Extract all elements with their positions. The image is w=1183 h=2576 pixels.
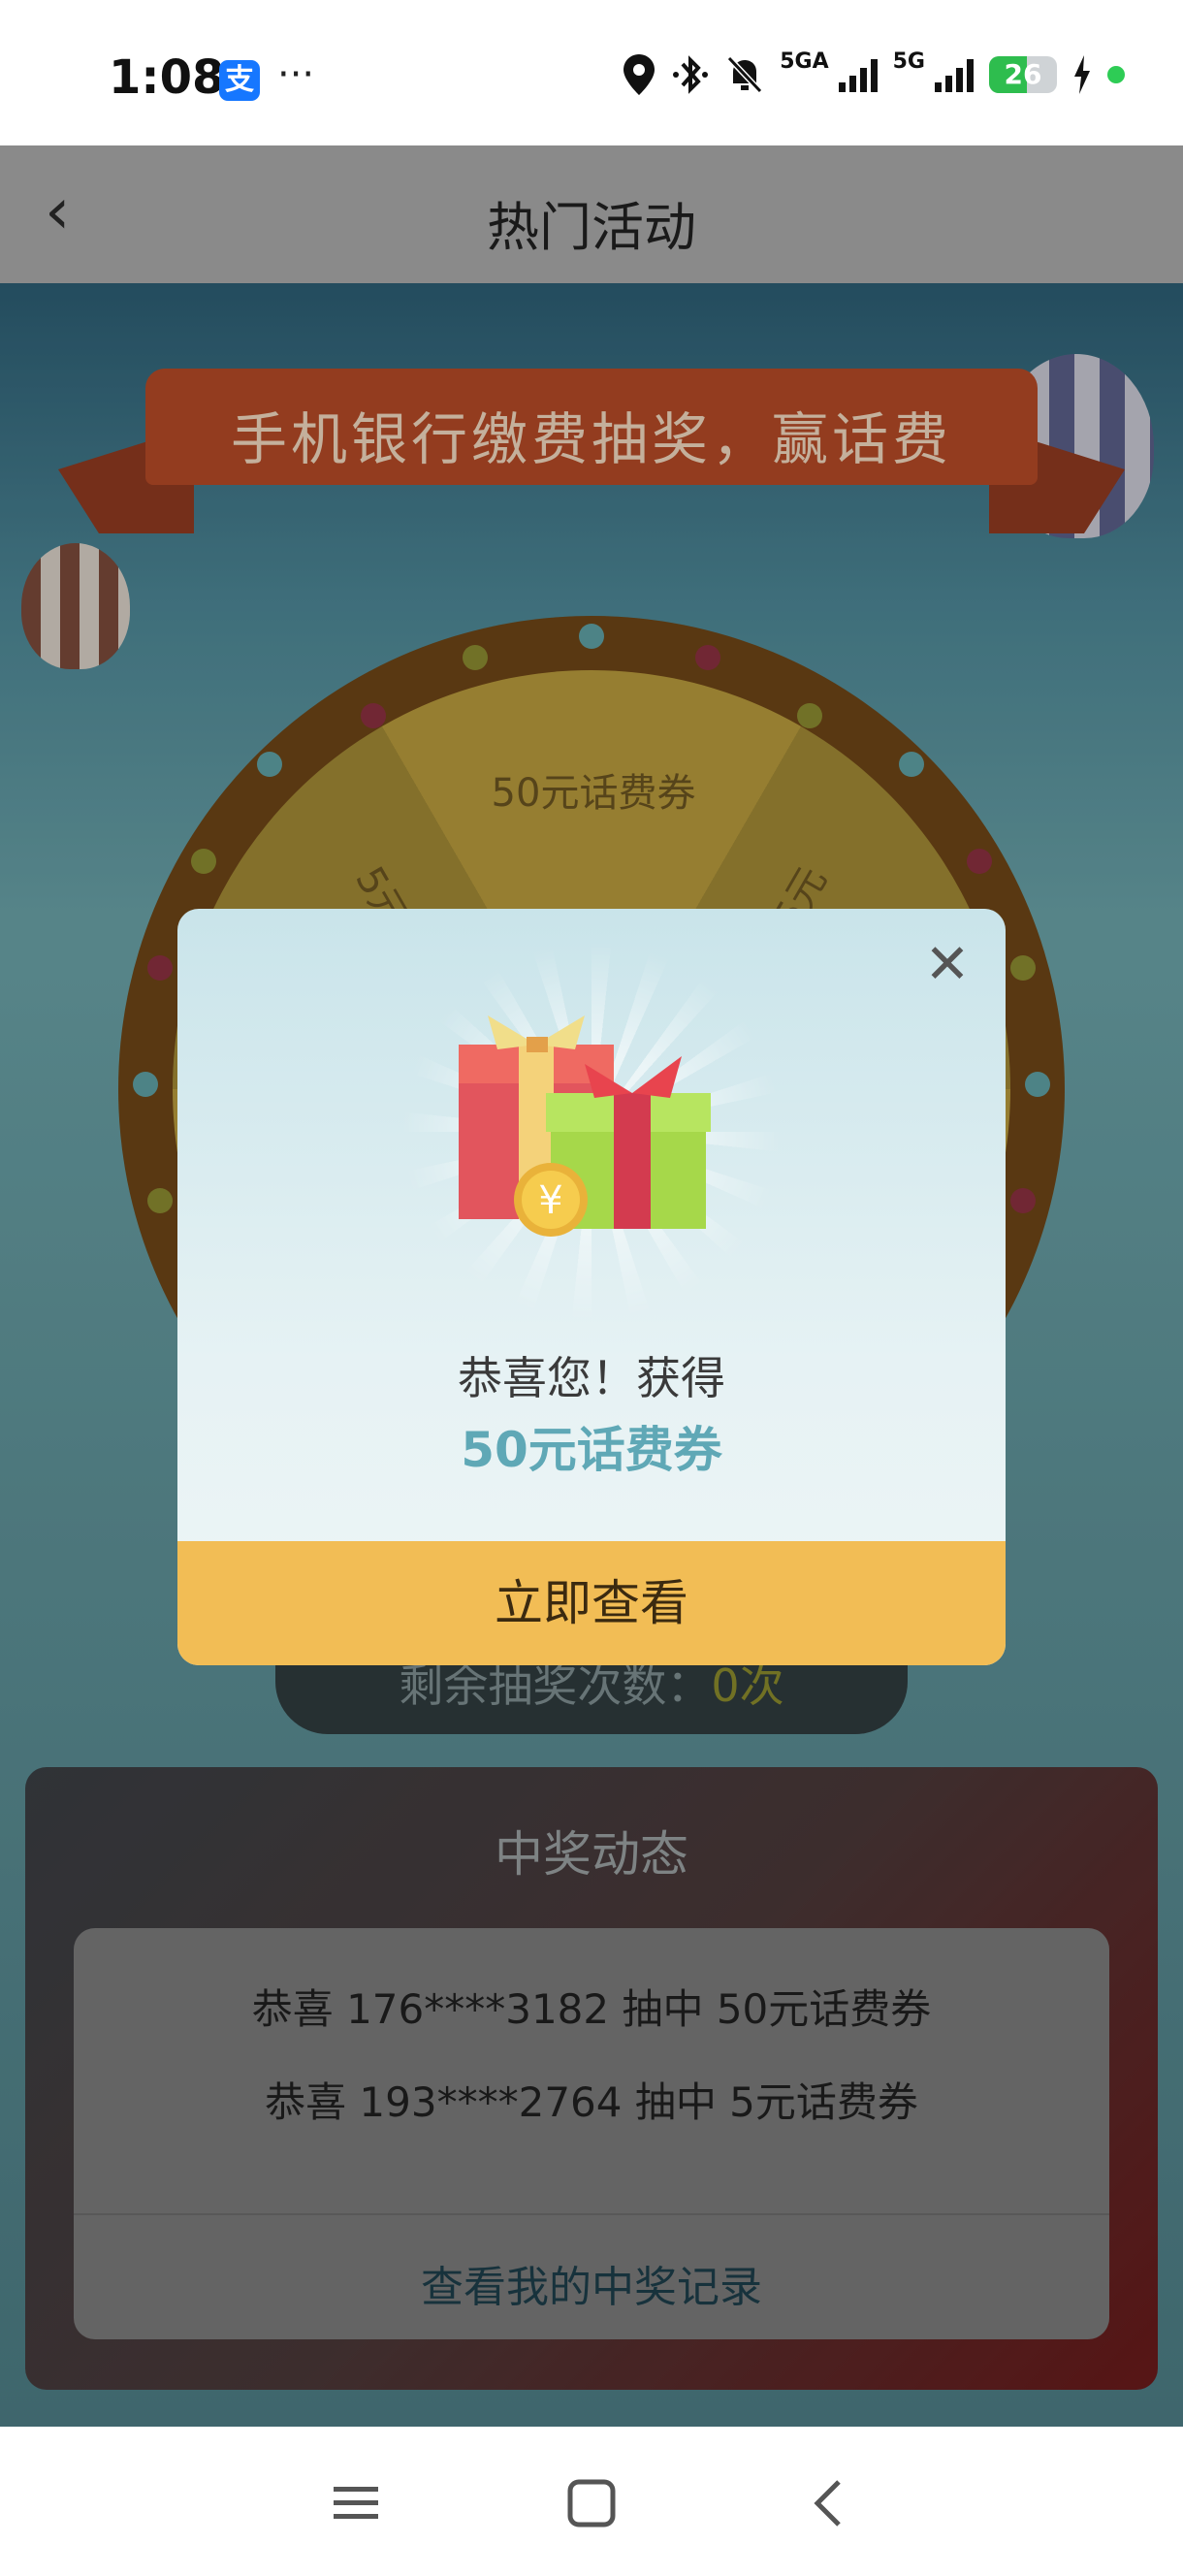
header-bar: ‹ 热门活动 <box>0 145 1183 283</box>
network-label-1: 5GA <box>780 48 829 74</box>
home-icon[interactable] <box>558 2469 625 2537</box>
privacy-indicator-dot <box>1107 66 1125 83</box>
status-bar: 1:08 支 ··· 5GA 5G 26 <box>0 0 1183 145</box>
more-notifications-icon: ··· <box>277 52 315 97</box>
status-time: 1:08 <box>109 50 225 105</box>
prize-dialog: ✕ ¥ 恭喜您！获得 50元话费券 立即查看 <box>177 909 1006 1665</box>
menu-icon[interactable] <box>322 2469 390 2537</box>
back-icon[interactable] <box>793 2469 861 2537</box>
gift-box-icon: ¥ <box>459 1015 711 1237</box>
system-navigation-bar <box>0 2427 1183 2576</box>
alipay-icon: 支 <box>219 60 260 101</box>
congrats-message: 恭喜您！获得 <box>458 1352 725 1404</box>
status-icons: 5GA 5G 26 <box>623 49 1125 95</box>
mute-icon <box>727 55 763 94</box>
view-now-button[interactable]: 立即查看 <box>177 1541 1006 1665</box>
network-label-2: 5G <box>892 48 925 74</box>
signal-icon-2 <box>935 57 974 92</box>
bluetooth-icon <box>673 55 709 94</box>
page-title: 热门活动 <box>487 197 696 258</box>
coin-symbol: ¥ <box>538 1178 562 1223</box>
signal-icon <box>838 57 878 92</box>
battery-level: 26 <box>1004 58 1042 90</box>
charging-icon <box>1074 55 1090 94</box>
location-icon <box>623 54 655 95</box>
close-icon[interactable]: ✕ <box>918 936 976 994</box>
battery-icon: 26 <box>989 56 1057 93</box>
prize-name: 50元话费券 <box>461 1422 722 1478</box>
